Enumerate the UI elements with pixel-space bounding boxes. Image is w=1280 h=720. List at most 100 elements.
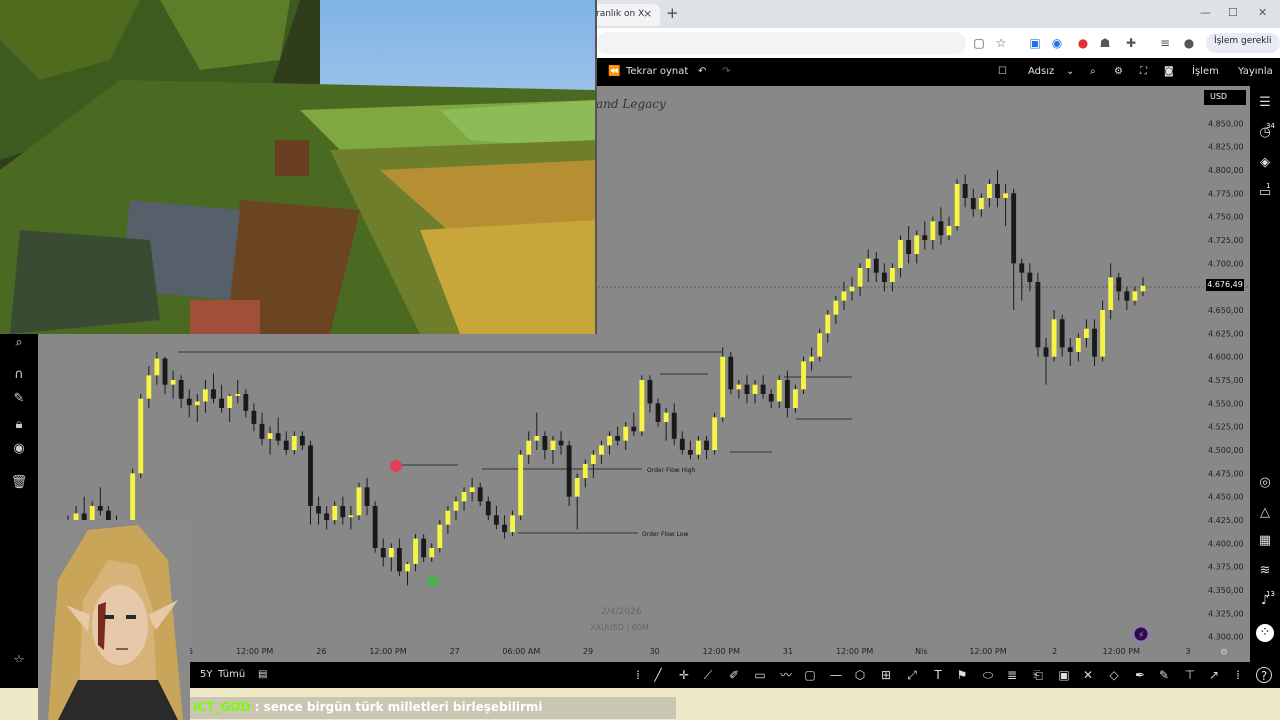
audio-extension-icon[interactable]: ◉ [1050, 36, 1064, 50]
candle-body [405, 563, 410, 572]
settings-gear-icon[interactable]: ⚙ [1114, 66, 1123, 77]
close-window-button[interactable]: ✕ [1258, 6, 1267, 19]
layout-name[interactable]: Adsız [1028, 66, 1054, 77]
triangle-icon[interactable]: △ [1256, 504, 1274, 522]
candle-body [396, 548, 402, 572]
candle-body [647, 380, 653, 404]
apps-grid-icon[interactable]: ⁘ [1256, 624, 1274, 642]
highlighter-icon[interactable]: ✎ [1156, 667, 1172, 683]
puzzle-icon[interactable]: ✚ [1124, 36, 1138, 50]
camera-icon[interactable]: ◙ [1164, 66, 1174, 77]
candle-body [898, 240, 903, 268]
layout-square-icon[interactable]: ☐ [998, 66, 1007, 77]
projection-icon[interactable]: ⊞ [878, 667, 894, 683]
candle-body [308, 445, 313, 506]
profile-avatar-icon[interactable]: ● [1182, 36, 1196, 50]
eye-icon[interactable]: ◉ [10, 440, 28, 458]
replay-button[interactable]: Tekrar oynat [626, 66, 688, 77]
extension-icon[interactable]: ▣ [1028, 36, 1042, 50]
search-icon[interactable]: ⌕ [1090, 66, 1096, 77]
time-settings-icon[interactable]: ⚙ [1220, 648, 1228, 658]
minimize-button[interactable]: — [1200, 6, 1211, 19]
price-tick-label: 4.750,00 [1208, 213, 1244, 222]
rectangle-icon[interactable]: ▭ [752, 667, 768, 683]
chevron-down-icon[interactable]: ⌄ [1066, 66, 1074, 77]
line-tool-icon[interactable]: ⊤ [1182, 667, 1198, 683]
trash-icon[interactable]: 🗑︎ [10, 474, 28, 492]
range-5y-button[interactable]: 5Y [200, 669, 212, 680]
url-field[interactable] [596, 32, 966, 54]
flag-icon[interactable]: ⚑ [954, 667, 970, 683]
redo-icon[interactable]: ↷ [722, 66, 730, 77]
currency-selector[interactable]: USD [1204, 90, 1246, 105]
fib-icon[interactable]: ⟋ [700, 667, 716, 683]
forecast-icon[interactable]: ⎗ [1030, 667, 1046, 683]
layers-icon[interactable]: ◈ [1256, 154, 1274, 172]
candle-body [841, 291, 847, 301]
candle-body [1003, 193, 1009, 198]
undo-icon[interactable]: ↶ [698, 66, 706, 77]
help-icon[interactable]: ? [1256, 667, 1272, 683]
price-tick-label: 4.625,00 [1208, 329, 1244, 338]
candle-body [590, 454, 596, 464]
zoom-icon[interactable]: ⌕ [10, 334, 28, 352]
trade-button[interactable]: İşlem [1192, 66, 1219, 77]
lock-icon[interactable]: 🔒︎ [10, 416, 28, 434]
svg-text:⚡: ⚡ [1138, 631, 1144, 641]
candle-body [227, 395, 233, 408]
callout-icon[interactable]: ▢ [802, 667, 818, 683]
crosshair-icon[interactable]: ✛ [676, 667, 692, 683]
arrow-tool-icon[interactable]: ↗ [1206, 667, 1222, 683]
clipboard-icon[interactable]: ▢ [972, 36, 986, 50]
shape-icon[interactable]: ⬭ [980, 667, 996, 683]
range-all-button[interactable]: Tümü [218, 669, 245, 680]
replay-icon[interactable]: ⏪ [608, 66, 620, 77]
green-marker[interactable] [427, 575, 439, 587]
order-flow-low-label: Order Flow Low [642, 531, 688, 538]
magnet-icon[interactable]: ∩ [10, 366, 28, 384]
candle-body [881, 272, 887, 282]
image-icon[interactable]: ▣ [1056, 667, 1072, 683]
eraser-icon[interactable]: ◇ [1106, 667, 1122, 683]
price-tick-label: 4.325,00 [1208, 609, 1244, 618]
record-extension-icon[interactable]: ● [1076, 36, 1090, 50]
profile-action-button[interactable]: İşlem gerekli [1206, 33, 1280, 53]
calendar-icon[interactable]: ▦ [1256, 532, 1274, 550]
trend-line-icon[interactable]: ╱ [650, 667, 666, 683]
candle-body [267, 433, 273, 439]
path-icon[interactable]: 〰 [778, 667, 794, 683]
text-tool-icon[interactable]: T [930, 667, 946, 683]
fullscreen-icon[interactable]: ⛶ [1140, 66, 1147, 77]
chat-icon[interactable]: ▭ [1256, 184, 1274, 202]
target-icon[interactable]: ◎ [1256, 474, 1274, 492]
red-marker[interactable] [390, 460, 402, 472]
maximize-button[interactable]: ☐ [1228, 6, 1238, 19]
fib-levels-icon[interactable]: ≣ [1004, 667, 1020, 683]
price-tick-label: 4.450,00 [1208, 493, 1244, 502]
price-tick-label: 4.425,00 [1208, 516, 1244, 525]
more-tools-icon[interactable]: ⁞ [1230, 667, 1246, 683]
drag-handle-icon[interactable]: ⁞ [630, 667, 646, 683]
date-range-icon[interactable]: ▤ [258, 669, 267, 680]
media-control-icon[interactable]: ≡ [1158, 36, 1172, 50]
candle-body [736, 384, 742, 390]
ghost-extension-icon[interactable]: ☗ [1098, 36, 1112, 50]
date-watermark: 2/4/2026 [601, 607, 642, 617]
brush-icon[interactable]: ✐ [726, 667, 742, 683]
ray-icon[interactable]: ⤢ [904, 667, 920, 683]
watchlist-icon[interactable]: ☰ [1256, 94, 1274, 112]
pen-icon[interactable]: ✒ [1132, 667, 1148, 683]
pencil-lock-icon[interactable]: ✎ [10, 390, 28, 408]
measure-icon[interactable]: ✕ [1080, 667, 1096, 683]
publish-button[interactable]: Yayınla [1238, 66, 1273, 77]
price-tick-label: 4.300,00 [1208, 633, 1244, 642]
horizontal-line-icon[interactable]: — [828, 667, 844, 683]
new-tab-button[interactable]: + [666, 4, 679, 22]
pattern-icon[interactable]: ⬡ [852, 667, 868, 683]
tab-close-icon[interactable]: × [643, 7, 652, 20]
bolt-icon[interactable]: ⚡ [1133, 626, 1149, 642]
candle-body [1011, 193, 1017, 264]
candle-body [348, 515, 354, 518]
feed-icon[interactable]: ≋ [1256, 562, 1274, 580]
bookmark-star-icon[interactable]: ☆ [994, 36, 1008, 50]
